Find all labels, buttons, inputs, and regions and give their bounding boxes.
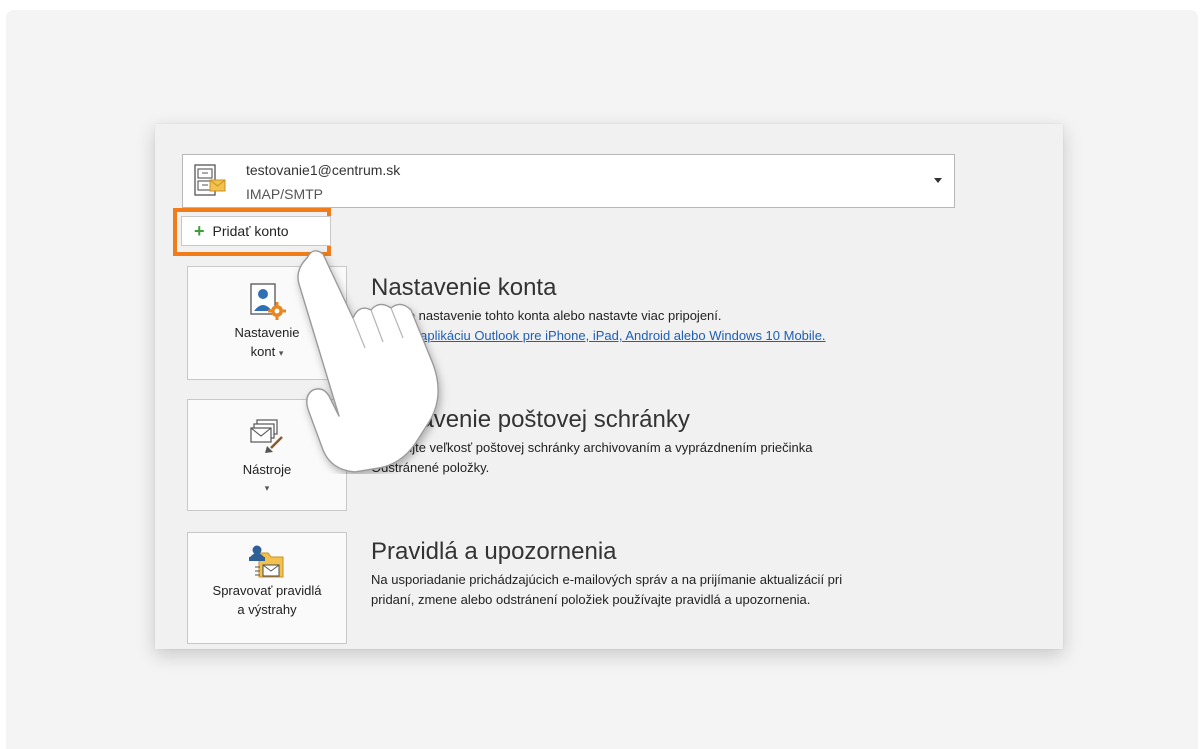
account-settings-label-line2: kont xyxy=(250,344,276,359)
mailbox-settings-section: Nastavenie poštovej schránky Spravujte v… xyxy=(371,406,812,478)
manage-rules-button[interactable]: Spravovať pravidlá a výstrahy xyxy=(187,532,347,644)
account-selector[interactable]: testovanie1@centrum.sk IMAP/SMTP xyxy=(182,154,955,208)
mailbox-settings-description-line1: Spravujte veľkosť poštovej schránky arch… xyxy=(371,440,813,455)
account-settings-icon xyxy=(250,283,286,320)
rules-alerts-description-line2: pridaní, zmene alebo odstránení položiek… xyxy=(371,592,811,607)
mailbox-icon xyxy=(194,164,226,196)
mailbox-settings-description-line2: Odstránené položky. xyxy=(371,460,490,475)
caret-down-icon: ▾ xyxy=(264,483,270,493)
mailbox-settings-description: Spravujte veľkosť poštovej schránky arch… xyxy=(371,438,812,478)
account-settings-label-line1: Nastavenie xyxy=(234,325,300,340)
rules-alerts-description: Na usporiadanie prichádzajúcich e-mailov… xyxy=(371,570,842,610)
tools-button[interactable]: Nástroje ▾ xyxy=(187,399,347,511)
rules-alerts-section: Pravidlá a upozornenia Na usporiadanie p… xyxy=(371,538,842,610)
rules-alerts-description-line1: Na usporiadanie prichádzajúcich e-mailov… xyxy=(371,572,843,587)
caret-down-icon: ▾ xyxy=(278,348,284,358)
plus-icon: + xyxy=(194,221,205,241)
rules-alerts-title: Pravidlá a upozornenia xyxy=(371,538,617,565)
account-email: testovanie1@centrum.sk xyxy=(246,162,401,178)
mailbox-cleanup-icon xyxy=(250,419,283,453)
account-settings-button[interactable]: Nastavenie kont ▾ xyxy=(187,266,347,380)
account-settings-description: Zmeňte nastavenie tohto konta alebo nast… xyxy=(371,308,722,323)
add-account-button[interactable]: + Pridať konto xyxy=(181,216,331,246)
account-settings-section: Nastavenie konta Zmeňte nastavenie tohto… xyxy=(371,274,826,346)
account-type: IMAP/SMTP xyxy=(246,186,324,202)
outlook-mobile-link[interactable]: Získajte aplikáciu Outlook pre iPhone, i… xyxy=(371,326,826,346)
mailbox-settings-title: Nastavenie poštovej schránky xyxy=(371,406,690,433)
manage-rules-label-line1: Spravovať pravidlá xyxy=(212,583,322,598)
add-account-label: Pridať konto xyxy=(212,223,289,239)
chevron-down-icon[interactable] xyxy=(934,178,942,183)
rules-alerts-icon xyxy=(249,545,284,578)
account-settings-title: Nastavenie konta xyxy=(371,274,557,301)
account-info-panel: testovanie1@centrum.sk IMAP/SMTP + Prida… xyxy=(155,124,1063,649)
tools-label: Nástroje xyxy=(242,462,292,477)
manage-rules-label-line2: a výstrahy xyxy=(237,602,297,617)
